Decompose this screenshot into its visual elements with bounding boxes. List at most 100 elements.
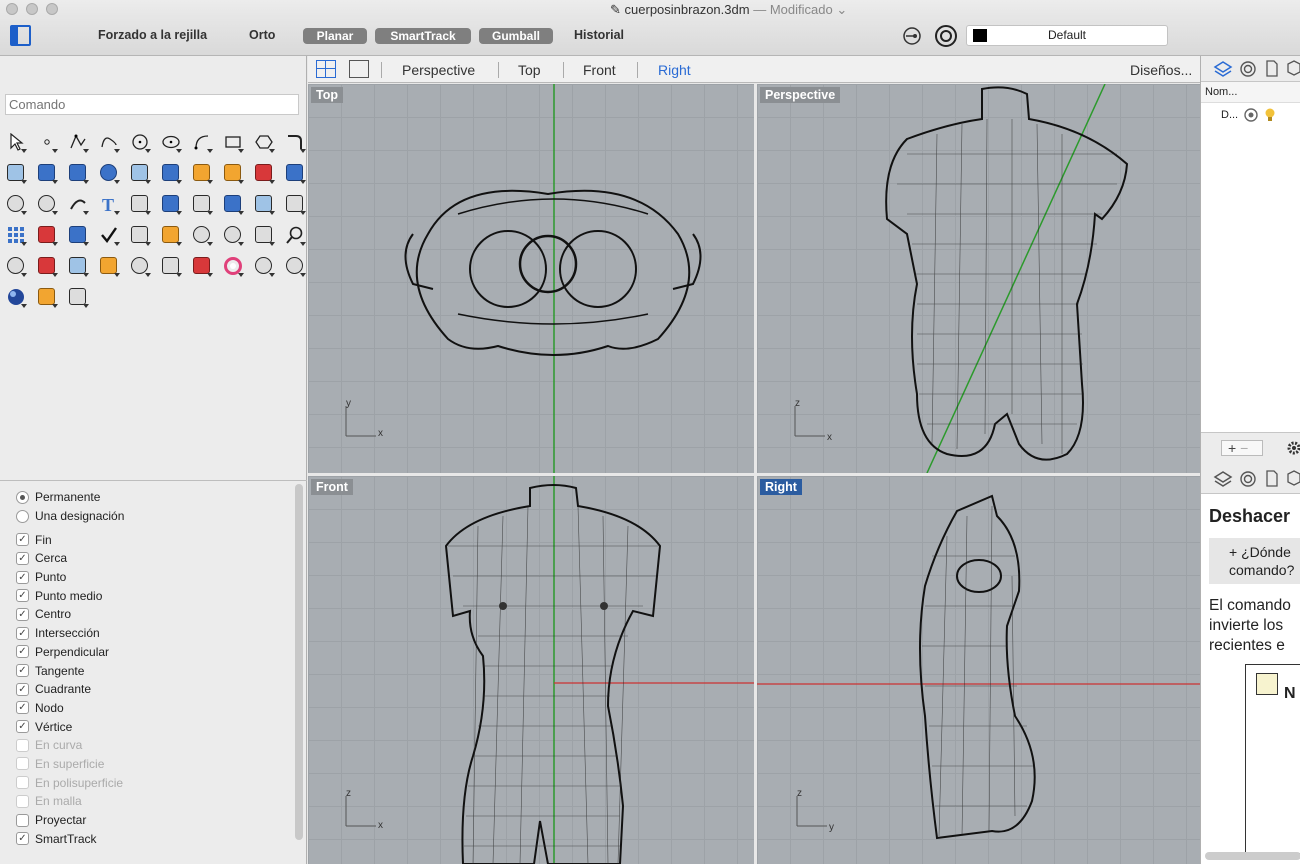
filter-icon[interactable] (902, 26, 924, 46)
osnap-item[interactable]: ✓ Nodo (16, 699, 124, 718)
trim-icon[interactable] (248, 157, 279, 188)
document-icon[interactable] (1265, 60, 1279, 78)
close-window-button[interactable] (6, 3, 18, 15)
zoom-in-icon[interactable] (186, 219, 217, 250)
osnap-mode-once[interactable]: Una designación (16, 507, 124, 526)
hierarchy-icon[interactable] (62, 281, 93, 312)
help-question-expander[interactable]: + ¿Dónde comando? (1209, 538, 1300, 584)
explode-icon[interactable] (186, 157, 217, 188)
osnap-item[interactable]: ✓ Centro (16, 605, 124, 624)
boolean-union-icon[interactable] (93, 157, 124, 188)
osnap-item[interactable]: ✓ Punto (16, 568, 124, 587)
viewport-perspective[interactable]: Perspective z x (757, 84, 1200, 473)
rotate-view-icon[interactable] (0, 250, 31, 281)
surface-icon[interactable] (0, 157, 31, 188)
osnap-item[interactable]: Proyectar (16, 811, 124, 830)
checkbox-checked[interactable]: ✓ (16, 720, 29, 734)
check-icon[interactable] (93, 219, 124, 250)
osnap-item[interactable]: ✓ Perpendicular (16, 643, 124, 662)
tab-front[interactable]: Front (583, 62, 616, 78)
osnap-item[interactable]: ✓ Cerca (16, 549, 124, 568)
polygon-icon[interactable] (248, 126, 279, 157)
command-input[interactable] (5, 94, 299, 115)
bulb-icon[interactable] (1264, 108, 1276, 122)
render-sphere-icon[interactable] (0, 281, 31, 312)
help-horizontal-scrollbar[interactable] (1205, 852, 1300, 860)
transform-icon[interactable] (279, 188, 310, 219)
extend-icon[interactable] (279, 157, 310, 188)
zoom-window-button[interactable] (46, 3, 58, 15)
checkbox-checked[interactable]: ✓ (16, 682, 29, 696)
search-icon[interactable] (279, 219, 310, 250)
array-icon[interactable] (155, 188, 186, 219)
minimize-window-button[interactable] (26, 3, 38, 15)
cube-icon[interactable] (1287, 60, 1300, 78)
point-icon[interactable] (31, 126, 62, 157)
solid-box-icon[interactable] (217, 188, 248, 219)
viewport-right[interactable]: Right z y (757, 476, 1200, 864)
color-wheel-icon[interactable] (217, 250, 248, 281)
material-icon[interactable] (186, 250, 217, 281)
sphere-grid-icon[interactable] (279, 250, 310, 281)
grid-render-icon[interactable] (248, 188, 279, 219)
history-toggle[interactable]: Historial (574, 28, 624, 42)
osnap-mode-permanent[interactable]: Permanente (16, 488, 124, 507)
zoom-extents-icon[interactable] (248, 219, 279, 250)
radio-unselected[interactable] (16, 509, 29, 523)
zoom-window-icon[interactable] (217, 219, 248, 250)
layers-icon[interactable] (1213, 60, 1233, 78)
join-icon[interactable] (31, 188, 62, 219)
lock-icon[interactable] (155, 250, 186, 281)
osnap-item[interactable]: ✓ Vértice (16, 717, 124, 736)
osnap-item[interactable]: ✓ Cuadrante (16, 680, 124, 699)
group-icon[interactable] (0, 188, 31, 219)
osnap-item[interactable]: ✓ Intersección (16, 624, 124, 643)
checkbox-checked[interactable]: ✓ (16, 551, 29, 565)
layer-row[interactable]: D... (1221, 108, 1276, 122)
curve-icon[interactable] (93, 126, 124, 157)
osnap-item[interactable]: ✓ Fin (16, 530, 124, 549)
grid-snap-toggle[interactable]: Forzado a la rejilla (98, 28, 207, 42)
dimension-icon[interactable] (124, 188, 155, 219)
light-icon[interactable] (93, 250, 124, 281)
checkbox-checked[interactable]: ✓ (16, 533, 29, 547)
osnap-scrollbar[interactable] (295, 484, 303, 840)
osnap-item[interactable]: ✓ SmartTrack (16, 829, 124, 848)
ortho-toggle[interactable]: Orto (249, 28, 275, 42)
sphere-icon[interactable] (248, 250, 279, 281)
text-icon[interactable]: T (93, 188, 124, 219)
document-icon[interactable] (1265, 470, 1279, 488)
checkbox-checked[interactable]: ✓ (16, 832, 29, 846)
box-icon[interactable] (62, 157, 93, 188)
paint-icon[interactable] (155, 219, 186, 250)
grid-array-icon[interactable] (0, 219, 31, 250)
rotate-object-icon[interactable] (124, 219, 155, 250)
layouts-menu[interactable]: Diseños... (1130, 62, 1192, 78)
gear-icon[interactable] (1287, 441, 1300, 455)
layers-icon[interactable] (1213, 470, 1233, 488)
layers-column-header[interactable]: Nom... (1201, 82, 1300, 103)
checkbox-checked[interactable]: ✓ (16, 589, 29, 603)
sidebar-toggle-icon[interactable] (10, 25, 31, 46)
checkbox-checked[interactable]: ✓ (16, 607, 29, 621)
gumball-toggle[interactable]: Gumball (479, 28, 553, 44)
map-icon[interactable] (62, 250, 93, 281)
checkbox-checked[interactable]: ✓ (16, 701, 29, 715)
tab-top[interactable]: Top (518, 62, 541, 78)
ellipse-icon[interactable] (155, 126, 186, 157)
checkbox-checked[interactable]: ✓ (16, 645, 29, 659)
section-icon[interactable] (31, 219, 62, 250)
current-layer-dropdown[interactable]: Default (966, 25, 1168, 46)
smarttrack-toggle[interactable]: SmartTrack (375, 28, 471, 44)
add-remove-layer-buttons[interactable]: + − (1221, 440, 1263, 456)
loft-icon[interactable] (31, 157, 62, 188)
spotlight-icon[interactable] (31, 281, 62, 312)
mirror-icon[interactable] (186, 188, 217, 219)
planar-surface-icon[interactable] (155, 157, 186, 188)
viewport-top[interactable]: Top y x (308, 84, 754, 473)
split-icon[interactable] (217, 157, 248, 188)
checkbox-checked[interactable]: ✓ (16, 664, 29, 678)
checkbox-checked[interactable]: ✓ (16, 626, 29, 640)
bulb-icon[interactable] (124, 250, 155, 281)
properties-icon[interactable] (1239, 470, 1257, 488)
